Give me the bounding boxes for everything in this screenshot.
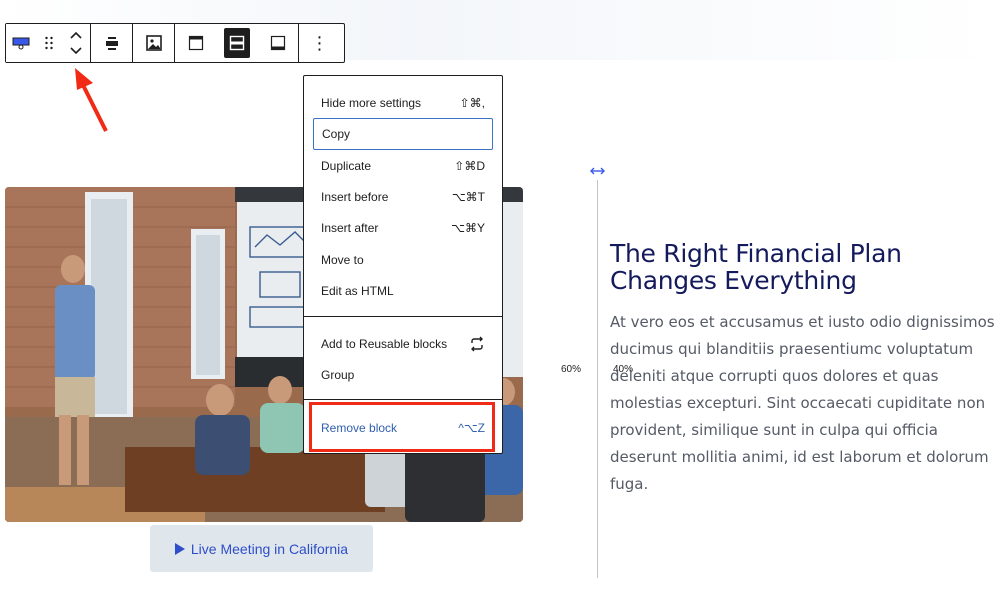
menu-item-shortcut: ⌥⌘Y (451, 221, 485, 235)
block-toolbar: ⋮ (5, 23, 345, 63)
menu-item-label: Remove block (321, 421, 398, 435)
play-icon (174, 542, 185, 555)
menu-item-label: Edit as HTML (321, 284, 394, 298)
live-meeting-button[interactable]: Live Meeting in California (150, 525, 373, 572)
menu-item-label: Copy (322, 127, 351, 141)
replace-image-icon[interactable] (133, 24, 174, 62)
column-divider[interactable] (597, 180, 598, 578)
red-arrow-annotation-icon (75, 68, 108, 132)
toolbar-group-more: ⋮ (299, 24, 340, 62)
menu-item-edit-as-html[interactable]: Edit as HTML (313, 275, 493, 307)
menu-item-add-to-reusable-blocks[interactable]: Add to Reusable blocks (313, 328, 493, 360)
toolbar-group-block (6, 24, 91, 62)
align-icon[interactable] (91, 24, 132, 62)
menu-item-label: Move to (321, 253, 364, 267)
move-up-down-icon[interactable] (62, 24, 90, 62)
reusable-icon (471, 336, 483, 352)
align-middle-active-bg (223, 28, 250, 58)
menu-item-shortcut: ⇧⌘, (459, 96, 485, 110)
menu-item-label: Add to Reusable blocks (321, 337, 448, 351)
menu-item-label: Hide more settings (321, 96, 422, 110)
more-options-icon[interactable]: ⋮ (299, 24, 340, 62)
menu-item-label: Group (321, 368, 355, 382)
align-middle-icon[interactable] (216, 24, 257, 62)
content-paragraph[interactable]: At vero eos et accusamus et iusto odio d… (610, 309, 998, 498)
menu-item-group[interactable]: Group (313, 359, 493, 391)
menu-item-shortcut: ⇧⌘D (454, 159, 485, 173)
menu-item-move-to[interactable]: Move to (313, 244, 493, 276)
toolbar-group-valign (175, 24, 299, 62)
content-heading[interactable]: The Right Financial Plan Changes Everyth… (610, 240, 970, 294)
media-width-percent: 60% (561, 364, 582, 375)
drag-handle-icon[interactable] (36, 24, 62, 62)
align-bottom-icon[interactable] (257, 24, 298, 62)
menu-item-label: Insert after (321, 221, 379, 235)
menu-separator (304, 316, 502, 317)
menu-item-label: Duplicate (321, 159, 372, 173)
menu-item-shortcut: ⌥⌘T (451, 190, 485, 204)
menu-item-copy[interactable]: Copy (313, 118, 493, 150)
toolbar-group-media (133, 24, 175, 62)
menu-item-insert-after[interactable]: Insert after ⌥⌘Y (313, 212, 493, 244)
block-type-icon[interactable] (6, 24, 36, 62)
menu-item-remove-block[interactable]: Remove block ^⌥Z (313, 412, 493, 444)
resize-handle-icon[interactable] (589, 166, 606, 176)
live-meeting-button-label: Live Meeting in California (190, 540, 349, 557)
menu-item-label: Insert before (321, 190, 389, 204)
menu-item-duplicate[interactable]: Duplicate ⇧⌘D (313, 150, 493, 182)
menu-item-hide-more-settings[interactable]: Hide more settings ⇧⌘, (313, 87, 493, 119)
more-options-glyph: ⋮ (310, 33, 329, 53)
toolbar-group-align (91, 24, 133, 62)
menu-item-insert-before[interactable]: Insert before ⌥⌘T (313, 181, 493, 213)
align-top-icon[interactable] (175, 24, 216, 62)
block-options-menu: Hide more settings ⇧⌘, Copy Duplicate ⇧⌘… (303, 75, 503, 454)
menu-item-shortcut: ^⌥Z (458, 421, 485, 435)
menu-separator (304, 399, 502, 400)
